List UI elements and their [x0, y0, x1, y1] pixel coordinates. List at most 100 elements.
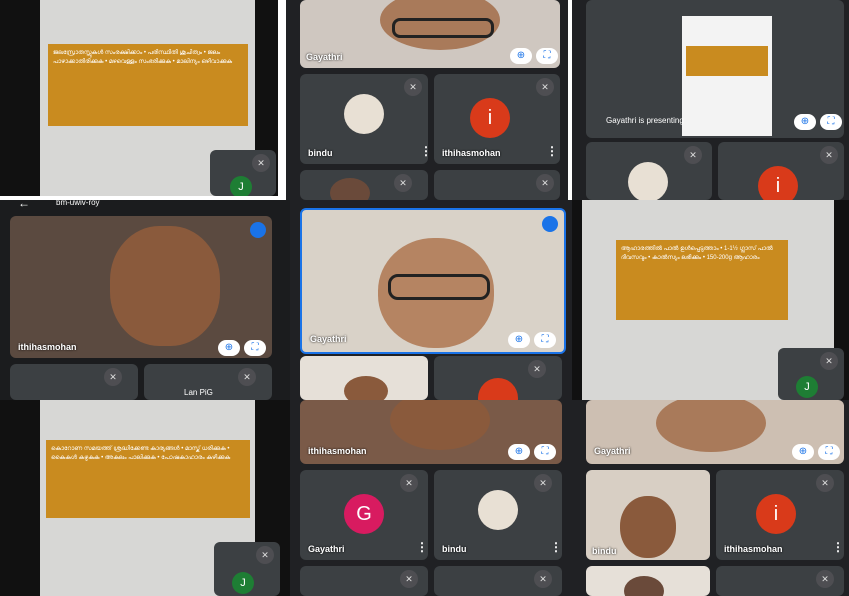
tile-ithihasmohan[interactable]: ✕ i ithihasmohan ⋮ [716, 470, 844, 560]
participant-name: bindu [442, 544, 467, 554]
pin-icon[interactable]: ⊕ [508, 332, 530, 348]
meeting-code: bm-uwiv-roy [56, 200, 100, 207]
pin-icon[interactable]: ⊕ [792, 444, 814, 460]
mic-off-icon: ✕ [256, 546, 274, 564]
mic-off-icon: ✕ [238, 368, 256, 386]
mic-off-icon: ✕ [534, 474, 552, 492]
tile-partial-left[interactable] [586, 566, 710, 596]
self-avatar: J [230, 176, 252, 196]
tile-video-small[interactable] [300, 356, 428, 400]
glasses [388, 274, 490, 300]
tile-partial-right[interactable]: ✕ [434, 566, 562, 596]
mic-off-icon: ✕ [536, 78, 554, 96]
self-tile[interactable]: ✕ J [210, 150, 276, 196]
video-tile-bindu[interactable]: bindu [586, 470, 710, 560]
presenting-tile[interactable]: Gayathri is presenting ⊕ ⛶ [586, 0, 844, 138]
fullscreen-icon[interactable]: ⛶ [534, 332, 556, 348]
self-tile[interactable]: ✕ J [778, 348, 844, 400]
tile-partial-right[interactable]: ✕ [434, 170, 560, 200]
mic-off-icon: ✕ [104, 368, 122, 386]
back-arrow-icon[interactable]: ← [18, 200, 30, 210]
audio-wave-icon [250, 222, 266, 238]
fullscreen-icon[interactable]: ⛶ [536, 48, 558, 64]
tile-partial-right[interactable]: ✕ [716, 566, 844, 596]
profile-photo-avatar [478, 490, 518, 530]
tile-bindu[interactable]: ✕ bindu ⋮ [434, 470, 562, 560]
audio-wave-icon [542, 216, 558, 232]
mid-center-screen: Gayathri ⊕ ⛶ ✕ [290, 200, 572, 400]
profile-photo-avatar [628, 162, 668, 200]
letter-avatar [478, 378, 518, 400]
tile-partial-left[interactable]: ✕ [300, 170, 428, 200]
tile-bindu-right[interactable]: ✕ [586, 142, 712, 200]
mid-left-screen: ← bm-uwiv-roy ithihasmohan ⊕ ⛶ ✕ ✕ Lan P… [0, 200, 290, 400]
video-tile-gayathri[interactable]: Gayathri ⊕ ⛶ [300, 0, 560, 68]
more-vert-icon[interactable]: ⋮ [546, 144, 558, 158]
face-video [344, 376, 388, 400]
participant-name: ithihasmohan [442, 148, 501, 158]
mic-off-icon: ✕ [820, 146, 838, 164]
mic-off-icon: ✕ [534, 570, 552, 588]
active-speaker-tile[interactable]: Gayathri ⊕ ⛶ [300, 208, 566, 354]
slide-text-box: ജലസ്രോതസ്സുകൾ സംരക്ഷിക്കാം • പരിസ്ഥിതി ശ… [48, 44, 248, 126]
top-right-screen: Gayathri is presenting ⊕ ⛶ ✕ ✕ i [572, 0, 849, 200]
video-tile-ithihasmohan[interactable]: ithihasmohan ⊕ ⛶ [300, 400, 562, 464]
tile-gayathri[interactable]: ✕ G Gayathri ⋮ [300, 470, 428, 560]
self-tile[interactable]: ✕ J [214, 542, 280, 596]
mic-off-icon: ✕ [400, 570, 418, 588]
tile-lan[interactable]: ✕ [10, 364, 138, 400]
slide-text-box: ആഹാരത്തിൽ പാൽ ഉൾപ്പെടുത്താം • 1-1½ ഗ്ലാസ… [616, 240, 788, 320]
face-video [656, 400, 766, 452]
face-video [624, 576, 664, 596]
tile-bindu[interactable]: ✕ bindu ⋮ [300, 74, 428, 164]
mic-off-icon: ✕ [536, 174, 554, 192]
tile-partial-left[interactable]: ✕ [300, 566, 428, 596]
mic-off-icon: ✕ [816, 570, 834, 588]
pin-icon[interactable]: ⊕ [510, 48, 532, 64]
fullscreen-icon[interactable]: ⛶ [820, 114, 842, 130]
shared-slide-box [686, 46, 768, 76]
participant-name: bindu [592, 546, 617, 556]
participant-name: Gayathri [594, 446, 631, 456]
top-left-screen: ജലസ്രോതസ്സുകൾ സംരക്ഷിക്കാം • പരിസ്ഥിതി ശ… [0, 0, 278, 196]
mic-off-icon: ✕ [816, 474, 834, 492]
shared-screen [682, 16, 772, 136]
presenting-status: Gayathri is presenting [606, 116, 684, 125]
mic-off-icon: ✕ [394, 174, 412, 192]
mic-off-icon: ✕ [400, 474, 418, 492]
more-vert-icon[interactable]: ⋮ [832, 540, 844, 554]
mic-off-icon: ✕ [684, 146, 702, 164]
bot-left-screen: കൊറോണ സമയത്ത് ശ്രദ്ധിക്കേണ്ട കാര്യങ്ങൾ •… [0, 400, 290, 596]
mic-off-icon: ✕ [404, 78, 422, 96]
more-vert-icon[interactable]: ⋮ [420, 144, 428, 158]
glasses [392, 18, 494, 38]
tile-ithihasmohan[interactable]: ✕ i ithihasmohan ⋮ [434, 74, 560, 164]
bot-right-screen: Gayathri ⊕ ⛶ bindu ✕ i ithihasmohan ⋮ ✕ [572, 400, 849, 596]
fullscreen-icon[interactable]: ⛶ [818, 444, 840, 460]
fullscreen-icon[interactable]: ⛶ [534, 444, 556, 460]
letter-avatar: i [758, 166, 798, 200]
top-center-screen: Gayathri ⊕ ⛶ ✕ bindu ⋮ ✕ i ithihasmohan … [286, 0, 568, 200]
more-vert-icon[interactable]: ⋮ [550, 540, 562, 554]
face-video [620, 496, 676, 558]
face-video [390, 400, 490, 450]
video-tile-gayathri[interactable]: Gayathri ⊕ ⛶ [586, 400, 844, 464]
participant-name: Gayathri [308, 544, 345, 554]
fullscreen-icon[interactable]: ⛶ [244, 340, 266, 356]
participant-name: ithihasmohan [18, 342, 77, 352]
face-video [330, 178, 370, 200]
tile-lan-right[interactable]: ✕ Lan PiG [144, 364, 272, 400]
self-avatar: J [796, 376, 818, 398]
bot-center-screen: ithihasmohan ⊕ ⛶ ✕ G Gayathri ⋮ ✕ bindu … [290, 400, 572, 596]
tile-letter-small[interactable]: ✕ [434, 356, 562, 400]
video-tile-ithihasmohan[interactable]: ithihasmohan ⊕ ⛶ [10, 216, 272, 358]
mic-off-icon: ✕ [820, 352, 838, 370]
more-vert-icon[interactable]: ⋮ [416, 540, 428, 554]
pin-icon[interactable]: ⊕ [508, 444, 530, 460]
participant-name: ithihasmohan [308, 446, 367, 456]
tile-ithihas-right[interactable]: ✕ i [718, 142, 844, 200]
pin-icon[interactable]: ⊕ [218, 340, 240, 356]
pin-icon[interactable]: ⊕ [794, 114, 816, 130]
participant-name: Lan PiG [184, 388, 213, 397]
slide-text-box: കൊറോണ സമയത്ത് ശ്രദ്ധിക്കേണ്ട കാര്യങ്ങൾ •… [46, 440, 250, 518]
